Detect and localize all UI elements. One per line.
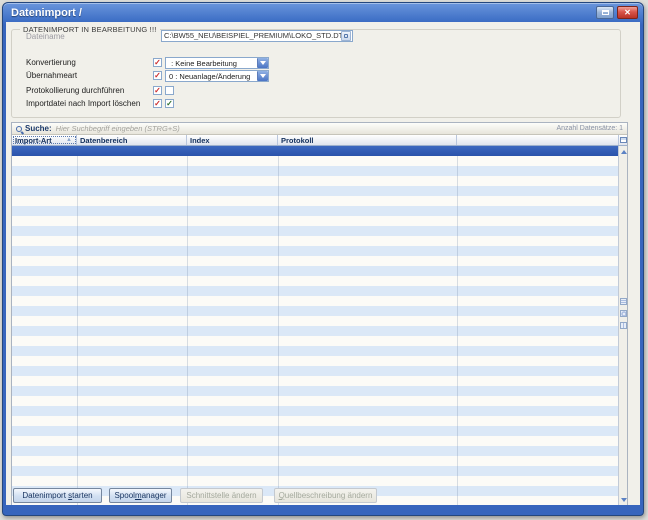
- column-header-protokoll[interactable]: Protokoll: [278, 135, 457, 145]
- table-row[interactable]: [12, 426, 618, 436]
- spoolmanager-button[interactable]: Spoolmanager: [109, 488, 172, 503]
- scroll-down-button[interactable]: [620, 496, 627, 504]
- table-row[interactable]: [12, 226, 618, 236]
- titlebar[interactable]: Datenimport / ✕: [3, 3, 643, 21]
- result-panel: Suche: Hier Suchbegriff eingeben (STRG+S…: [11, 122, 628, 505]
- table-row[interactable]: [12, 476, 618, 486]
- grid-settings-button[interactable]: [618, 135, 627, 145]
- column-header-empty[interactable]: [457, 135, 618, 145]
- dialog-content: DATENIMPORT IN BEARBEITUNG !!! Dateiname…: [6, 22, 640, 505]
- search-label: Suche:: [25, 124, 52, 133]
- konvertierung-label: Konvertierung: [26, 58, 76, 67]
- close-button[interactable]: ✕: [617, 6, 638, 19]
- restore-button[interactable]: [596, 6, 614, 19]
- column-header-import-art[interactable]: Import-Art ▲: [12, 135, 77, 145]
- table-row[interactable]: [12, 216, 618, 226]
- table-header: Import-Art ▲ Datenbereich Index Protokol…: [12, 135, 627, 146]
- column-header-datenbereich[interactable]: Datenbereich: [77, 135, 187, 145]
- table-body-stripes: [12, 156, 618, 505]
- grid-view-icon[interactable]: [620, 322, 627, 329]
- arrow-down-icon: [621, 498, 627, 502]
- search-icon: [16, 126, 22, 132]
- table-row[interactable]: [12, 196, 618, 206]
- table-row[interactable]: [12, 306, 618, 316]
- column-header-index[interactable]: Index: [187, 135, 278, 145]
- table-row[interactable]: [12, 416, 618, 426]
- column-separator: [278, 156, 279, 505]
- table-row[interactable]: [12, 376, 618, 386]
- importdatei-flag-checkbox[interactable]: [153, 99, 162, 108]
- table-row[interactable]: [12, 346, 618, 356]
- table-row[interactable]: [12, 246, 618, 256]
- datenimport-starten-button[interactable]: Datenimport starten: [13, 488, 102, 503]
- search-input[interactable]: Hier Suchbegriff eingeben (STRG+S): [56, 124, 557, 133]
- zoom-icon[interactable]: [620, 310, 627, 317]
- konvertierung-value: : Keine Bearbeitung: [166, 59, 257, 68]
- chevron-down-icon[interactable]: [257, 71, 268, 81]
- table-row[interactable]: [12, 266, 618, 276]
- restore-icon: [602, 10, 609, 15]
- uebernahmeart-label: Übernahmeart: [26, 71, 77, 80]
- table-row[interactable]: [12, 366, 618, 376]
- table-row[interactable]: [12, 296, 618, 306]
- table-body: [12, 146, 627, 505]
- column-separator: [457, 156, 458, 505]
- importdatei-checkbox[interactable]: [165, 99, 174, 108]
- table-row[interactable]: [12, 276, 618, 286]
- table-row[interactable]: [12, 436, 618, 446]
- table-row[interactable]: [12, 176, 618, 186]
- column-separator: [77, 156, 78, 505]
- dateiname-field[interactable]: C:\BW55_NEU\BEISPIEL_PREMIUM\LOKO_STD.DT…: [161, 30, 353, 42]
- importdatei-label: Importdatei nach Import löschen: [26, 99, 140, 108]
- dateiname-label: Dateiname: [26, 32, 65, 41]
- chevron-down-icon[interactable]: [257, 58, 268, 68]
- table-row[interactable]: [12, 326, 618, 336]
- table-row[interactable]: [12, 156, 618, 166]
- table-row-selected[interactable]: [12, 146, 618, 156]
- protokollierung-flag-checkbox[interactable]: [153, 86, 162, 95]
- sort-asc-icon[interactable]: ▲: [66, 137, 72, 144]
- protokollierung-checkbox[interactable]: [165, 86, 174, 95]
- search-bar[interactable]: Suche: Hier Suchbegriff eingeben (STRG+S…: [12, 123, 627, 135]
- dateiname-value: C:\BW55_NEU\BEISPIEL_PREMIUM\LOKO_STD.DT…: [164, 31, 341, 41]
- table-row[interactable]: [12, 356, 618, 366]
- window-title: Datenimport /: [11, 7, 596, 19]
- close-icon: ✕: [624, 8, 631, 17]
- table-row[interactable]: [12, 456, 618, 466]
- table-row[interactable]: [12, 316, 618, 326]
- scroll-up-button[interactable]: [620, 148, 627, 156]
- table-row[interactable]: [12, 396, 618, 406]
- arrow-up-icon: [621, 150, 627, 154]
- dateiname-browse-button[interactable]: [341, 31, 351, 41]
- protokollierung-label: Protokollierung durchführen: [26, 86, 124, 95]
- uebernahmeart-select[interactable]: 0 : Neuanlage/Änderung: [165, 70, 269, 82]
- grid-icon: [620, 137, 627, 143]
- browse-icon: [344, 34, 348, 38]
- list-view-icon[interactable]: [620, 298, 627, 305]
- table-row[interactable]: [12, 336, 618, 346]
- table-row[interactable]: [12, 256, 618, 266]
- record-count: Anzahl Datensätze: 1: [556, 125, 623, 132]
- table-row[interactable]: [12, 446, 618, 456]
- konvertierung-select[interactable]: : Keine Bearbeitung: [165, 57, 269, 69]
- table-row[interactable]: [12, 386, 618, 396]
- quellbeschreibung-aendern-button: Quellbeschreibung ändern: [274, 488, 377, 503]
- konvertierung-flag-checkbox[interactable]: [153, 58, 162, 67]
- table-row[interactable]: [12, 466, 618, 476]
- table-row[interactable]: [12, 206, 618, 216]
- uebernahmeart-flag-checkbox[interactable]: [153, 71, 162, 80]
- table-row[interactable]: [12, 166, 618, 176]
- table-row[interactable]: [12, 186, 618, 196]
- schnittstelle-aendern-button: Schnittstelle ändern: [180, 488, 263, 503]
- table-row[interactable]: [12, 236, 618, 246]
- vertical-scrollbar[interactable]: [618, 146, 627, 505]
- uebernahmeart-value: 0 : Neuanlage/Änderung: [166, 72, 257, 81]
- column-separator: [187, 156, 188, 505]
- table-row[interactable]: [12, 286, 618, 296]
- table-row[interactable]: [12, 406, 618, 416]
- app-window: Datenimport / ✕ DATENIMPORT IN BEARBEITU…: [2, 2, 644, 516]
